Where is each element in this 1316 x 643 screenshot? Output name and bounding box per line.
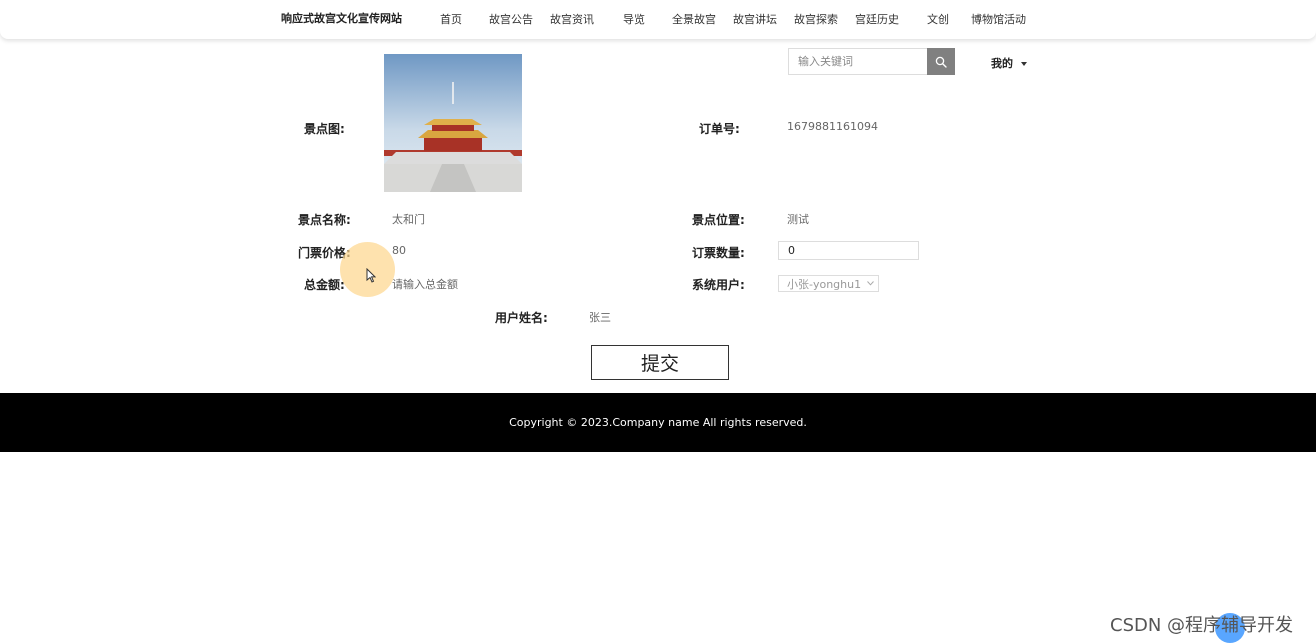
name-value: 太和门 — [392, 213, 425, 226]
total-label: 总金额: — [304, 278, 345, 292]
nav-museum-events[interactable]: 博物馆活动 — [971, 11, 1026, 27]
name-label: 景点名称: — [298, 213, 351, 227]
user-menu[interactable]: 我的 — [991, 55, 1027, 71]
image-label: 景点图: — [304, 122, 345, 136]
nav-guide[interactable]: 导览 — [623, 11, 645, 27]
copyright-text: Copyright © 2023.Company name All rights… — [509, 416, 807, 429]
order-no-label: 订单号: — [699, 122, 740, 136]
username-label: 用户姓名: — [495, 311, 548, 325]
username-value: 张三 — [589, 311, 611, 324]
search-input[interactable] — [788, 48, 928, 75]
order-no-value: 1679881161094 — [787, 120, 878, 133]
sys-user-label: 系统用户: — [692, 278, 745, 292]
nav-panorama[interactable]: 全景故宫 — [672, 11, 716, 27]
user-menu-label: 我的 — [991, 57, 1013, 70]
location-value: 测试 — [787, 213, 809, 226]
nav-news[interactable]: 故宫资讯 — [550, 11, 594, 27]
search-button[interactable] — [927, 48, 955, 75]
nav-creative[interactable]: 文创 — [927, 11, 949, 27]
mouse-cursor-icon — [366, 268, 376, 283]
nav-announcements[interactable]: 故宫公告 — [489, 11, 533, 27]
attraction-image — [384, 54, 522, 192]
nav-home[interactable]: 首页 — [440, 11, 462, 27]
watermark: CSDN @程序辅导开发 — [1110, 615, 1294, 636]
site-brand[interactable]: 响应式故宫文化宣传网站 — [281, 10, 402, 26]
submit-button[interactable]: 提交 — [591, 345, 729, 380]
price-value: 80 — [392, 244, 406, 257]
sys-user-select[interactable]: 小张-yonghu1 — [778, 275, 879, 292]
chevron-down-icon — [867, 281, 874, 286]
search-icon — [935, 56, 947, 68]
sys-user-value: 小张-yonghu1 — [787, 277, 862, 291]
nav-explore[interactable]: 故宫探索 — [794, 11, 838, 27]
nav-lectures[interactable]: 故宫讲坛 — [733, 11, 777, 27]
nav-history[interactable]: 宫廷历史 — [855, 11, 899, 27]
qty-label: 订票数量: — [692, 246, 745, 260]
top-navbar: 响应式故宫文化宣传网站 首页 故宫公告 故宫资讯 导览 全景故宫 故宫讲坛 故宫… — [0, 0, 1316, 39]
caret-down-icon — [1021, 62, 1027, 66]
total-input[interactable]: 请输入总金额 — [392, 276, 458, 292]
location-label: 景点位置: — [692, 213, 745, 227]
footer: Copyright © 2023.Company name All rights… — [0, 393, 1316, 452]
qty-input[interactable] — [778, 241, 919, 260]
